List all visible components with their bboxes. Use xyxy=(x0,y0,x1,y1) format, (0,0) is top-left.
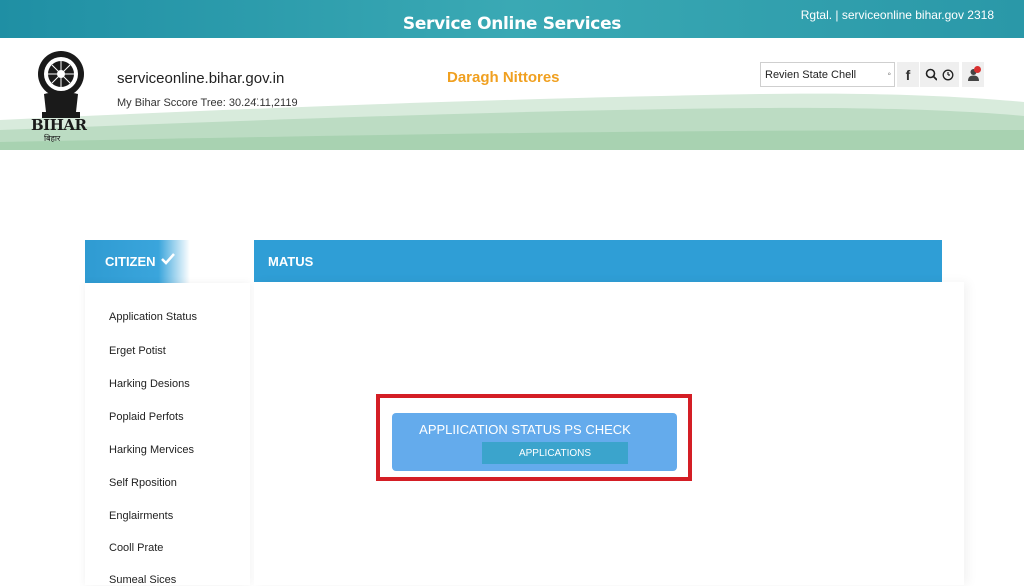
sidebar-item[interactable]: Harking Desions xyxy=(109,378,190,390)
top-right-info[interactable]: Rgtal. | serviceonline bihar.gov 2318 xyxy=(801,8,994,22)
application-status-card[interactable]: APPLIICATION STATUS PS CHECK APPLICATION… xyxy=(392,413,677,471)
facebook-button[interactable]: f xyxy=(897,62,919,87)
sidebar-item[interactable]: Cooll Prate xyxy=(109,542,163,554)
applications-button[interactable]: APPLICATIONS xyxy=(482,442,628,464)
sidebar-item[interactable]: Englairments xyxy=(109,510,173,522)
header-wave-decoration xyxy=(0,93,1024,150)
checkmark-icon xyxy=(161,253,175,265)
sidebar-item[interactable]: Sumeal Sices xyxy=(109,574,176,586)
facebook-icon: f xyxy=(905,66,911,83)
search-icon xyxy=(925,68,938,81)
main-heading: MATUS xyxy=(268,254,314,269)
header: BIHAR बिहार serviceonline.bihar.gov.in M… xyxy=(0,38,1024,150)
search-input-text: Revien State Chell xyxy=(765,69,857,81)
sidebar-item[interactable]: Harking Mervices xyxy=(109,444,194,456)
clock-button[interactable] xyxy=(937,62,959,87)
application-status-card-title: APPLIICATION STATUS PS CHECK xyxy=(419,422,631,437)
site-domain: serviceonline.bihar.gov.in xyxy=(117,70,285,87)
sidebar-item[interactable]: Self Rposition xyxy=(109,477,177,489)
header-center-text: Daragh Nittores xyxy=(447,69,560,86)
sidebar-item-application-status[interactable]: Application Status xyxy=(109,311,197,323)
sidebar-item[interactable]: Erget Potist xyxy=(109,345,166,357)
sidebar: Application Status Erget Potist Harking … xyxy=(85,283,250,586)
search-input[interactable]: Revien State Chell ◦ xyxy=(760,62,895,87)
top-banner: Service Online Services Rgtal. | service… xyxy=(0,0,1024,38)
sidebar-item[interactable]: Poplaid Perfots xyxy=(109,411,184,423)
site-tree-line: My Bihar Sccore Tree: 30.24̈.11,2119 xyxy=(117,97,298,109)
search-dot-icon: ◦ xyxy=(887,69,891,80)
user-notification-button[interactable] xyxy=(962,62,984,87)
sidebar-header-citizen[interactable]: CITIZEN xyxy=(85,240,190,283)
emblem-subtext: बिहार xyxy=(44,134,61,143)
notification-badge xyxy=(974,66,981,73)
sidebar-heading: CITIZEN xyxy=(105,254,156,269)
clock-icon xyxy=(942,69,954,80)
main-header: MATUS xyxy=(254,240,942,282)
emblem-text: BIHAR xyxy=(31,116,87,134)
